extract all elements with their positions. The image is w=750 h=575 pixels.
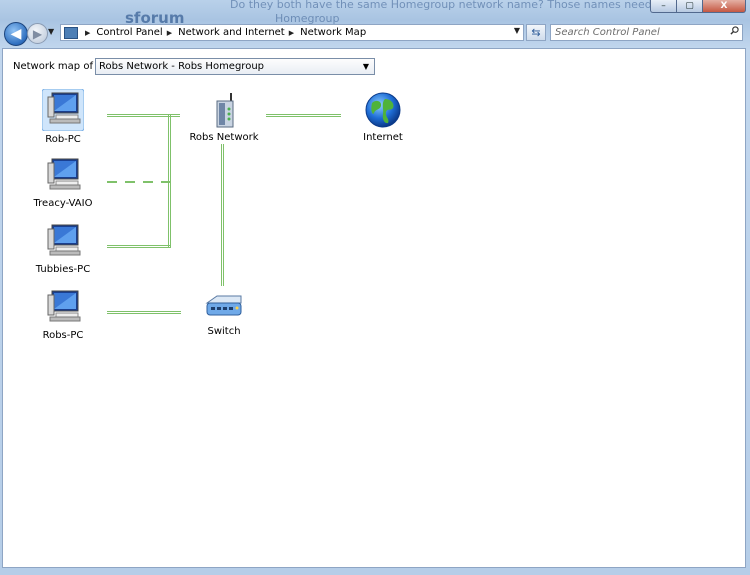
computer-icon [47,290,81,322]
window-frame: sforum Do they both have the same Homegr… [0,0,750,575]
device-node-robs-pc[interactable]: Robs-PC [23,289,103,341]
device-node-treacy-vaio[interactable]: Treacy-VAIO [23,157,103,209]
refresh-icon: ⇆ [531,26,541,39]
device-label: Tubbies-PC [35,264,91,275]
device-label: Internet [363,132,403,143]
breadcrumb-network-map[interactable]: Network Map [300,27,366,38]
device-label: Robs-PC [42,330,84,341]
device-node-rob-pc[interactable]: Rob-PC [23,89,103,145]
control-panel-icon [64,26,78,39]
minimize-button[interactable]: – [650,0,677,13]
device-node-internet[interactable]: Internet [343,91,423,143]
device-label: Switch [207,326,241,337]
address-dropdown-icon[interactable]: ▼ [514,26,520,35]
breadcrumb-control-panel[interactable]: Control Panel [96,27,162,38]
caption-buttons: – ▢ X [650,0,746,13]
forward-button[interactable]: ▶ [27,23,48,44]
back-arrow-icon: ◀ [10,26,22,42]
connection-line [221,144,224,286]
search-icon[interactable] [730,26,739,35]
maximize-icon: ▢ [685,0,694,11]
connection-line [168,114,180,117]
breadcrumb-chevron-icon[interactable]: ▶ [289,29,294,37]
wireless-router-icon [216,93,234,128]
breadcrumb-chevron-icon[interactable]: ▶ [85,29,90,37]
network-map-label: Network map of [13,61,93,72]
connection-line [107,114,171,117]
dropdown-arrow-icon: ▼ [362,62,369,71]
device-label: Rob-PC [45,134,81,145]
breadcrumb-network-and-internet[interactable]: Network and Internet [178,27,285,38]
forward-arrow-icon: ▶ [32,26,43,41]
search-input[interactable] [551,25,720,40]
close-button[interactable]: X [703,0,746,13]
computer-icon [42,89,84,131]
network-select-value: Robs Network - Robs Homegroup [99,61,264,72]
device-label: Treacy-VAIO [33,198,93,209]
back-button[interactable]: ◀ [4,22,28,46]
network-select-dropdown[interactable]: Robs Network - Robs Homegroup ▼ [95,58,375,75]
address-bar[interactable]: ▶ Control Panel ▶ Network and Internet ▶… [60,24,524,41]
network-switch-icon [205,295,242,316]
close-icon: X [720,0,728,11]
connection-line [107,245,171,248]
minimize-icon: – [661,0,666,11]
recent-pages-dropdown-icon[interactable]: ▼ [48,27,54,36]
computer-icon [47,158,81,190]
maximize-button[interactable]: ▢ [677,0,703,13]
navigation-bar: ◀ ▶ ▼ ▶ Control Panel ▶ Network and Inte… [0,20,750,46]
device-node-robs-network[interactable]: Robs Network [184,91,264,143]
breadcrumb-chevron-icon[interactable]: ▶ [167,29,172,37]
device-label: Robs Network [189,132,259,143]
network-map-pane: Network map of Robs Network - Robs Homeg… [2,48,746,568]
connection-line-dashed [107,181,171,183]
connection-line [266,114,341,117]
computer-icon [47,224,81,256]
globe-icon [365,92,401,128]
device-node-tubbies-pc[interactable]: Tubbies-PC [23,223,103,275]
refresh-button[interactable]: ⇆ [526,24,546,41]
device-node-switch[interactable]: Switch [184,293,264,337]
background-forum-text: Do they both have the same Homegroup net… [230,0,705,11]
connection-line [107,311,181,314]
search-box[interactable] [550,24,743,41]
